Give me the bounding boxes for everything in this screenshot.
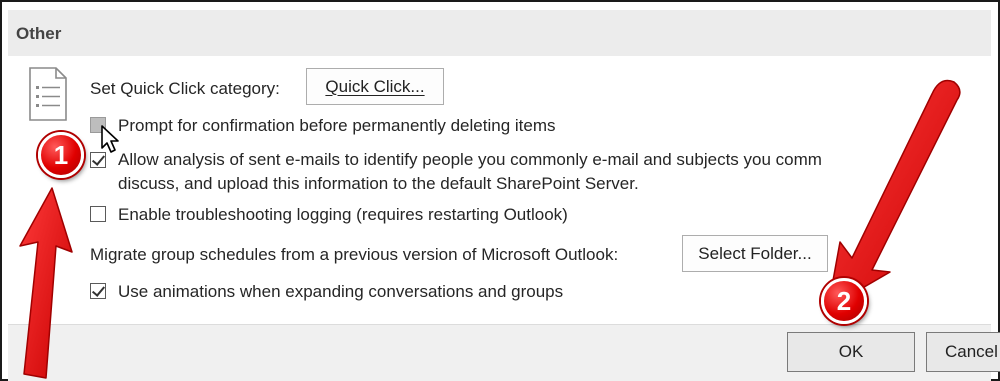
arrow-up-icon (19, 187, 73, 379)
arrow-down-left-icon (827, 79, 961, 309)
step-badge-2: 2 (821, 278, 867, 324)
step-badge-1: 1 (38, 132, 84, 178)
outlook-options-dialog: Other Set Quick Click category: Quick Cl… (0, 0, 1000, 381)
annotation-arrows (19, 79, 961, 379)
